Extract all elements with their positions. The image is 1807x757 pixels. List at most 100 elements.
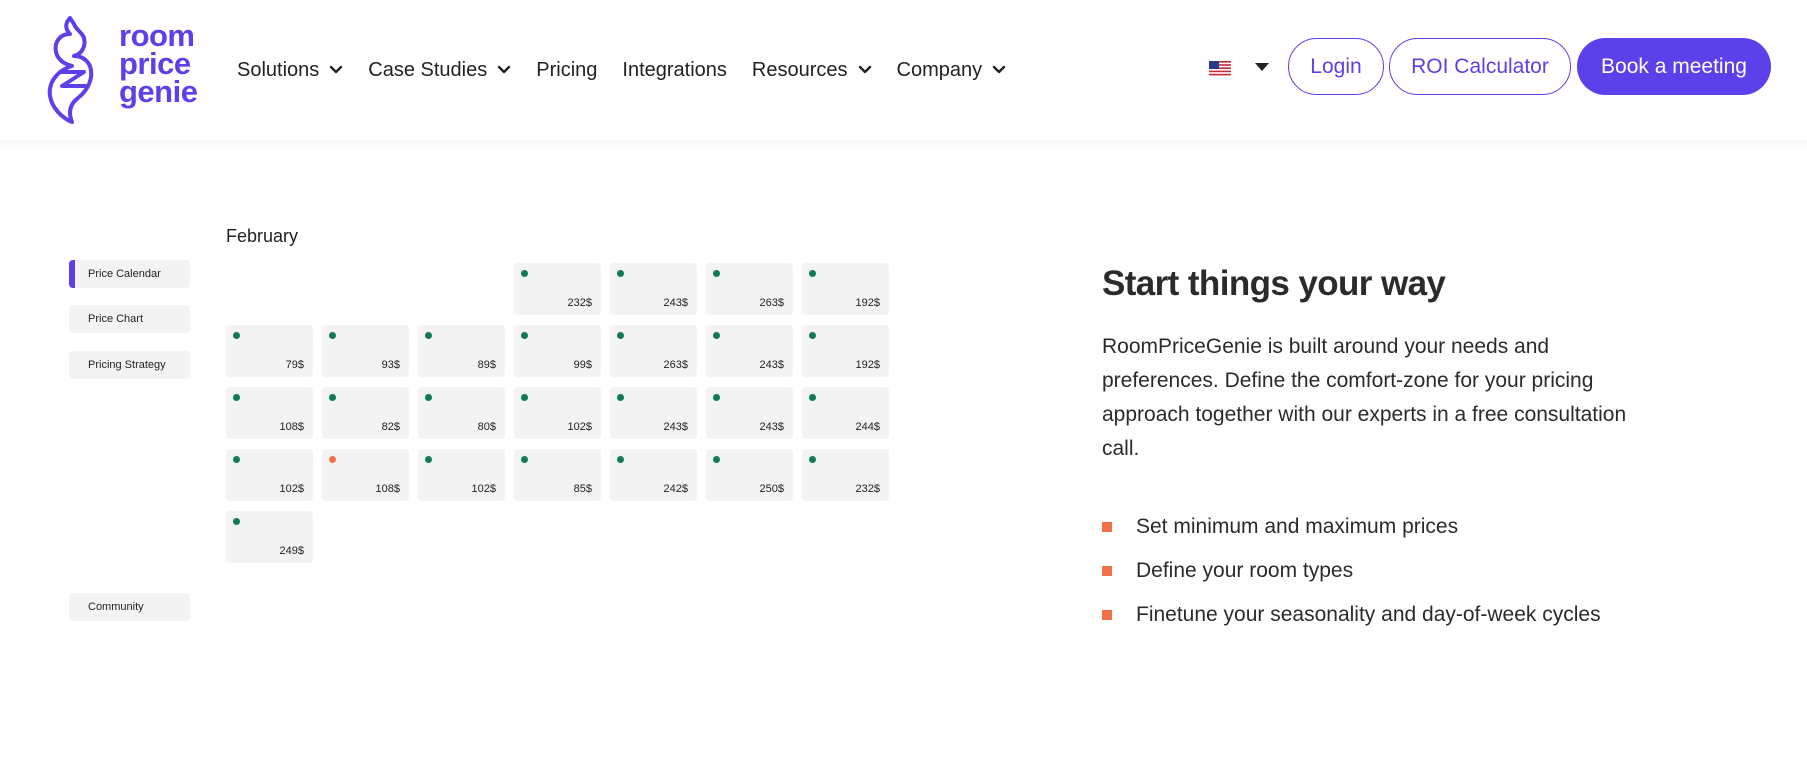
nav-company[interactable]: Company — [897, 59, 1007, 82]
day-price: 108$ — [375, 483, 400, 495]
calendar-month: February — [226, 226, 299, 246]
day-price: 242$ — [663, 483, 688, 495]
day-price: 102$ — [279, 483, 304, 495]
nav-label: Pricing — [536, 58, 598, 81]
day-price: 89$ — [477, 359, 496, 371]
logo-wordmark: room price genie — [119, 20, 198, 109]
calendar-day-cell[interactable]: 85$ — [514, 449, 601, 501]
calendar-day-cell[interactable]: 250$ — [706, 449, 793, 501]
calendar-day-cell[interactable]: 82$ — [322, 387, 409, 439]
calendar-day-cell[interactable]: 102$ — [418, 449, 505, 501]
day-price: 232$ — [567, 297, 592, 309]
day-price: 102$ — [567, 421, 592, 433]
day-price: 243$ — [663, 421, 688, 433]
day-price: 79$ — [285, 359, 304, 371]
day-price: 243$ — [759, 421, 784, 433]
day-price: 243$ — [759, 359, 784, 371]
calendar-day-cell[interactable]: 102$ — [514, 387, 601, 439]
feature-item: Set minimum and maximum prices — [1102, 505, 1601, 549]
feature-item: Finetune your seasonality and day-of-wee… — [1102, 593, 1601, 637]
calendar-day-cell[interactable]: 89$ — [418, 325, 505, 377]
sidebar-item-community[interactable]: Community — [69, 593, 190, 621]
sidebar-item-price-calendar[interactable]: Price Calendar — [69, 260, 190, 288]
nav-pricing[interactable]: Pricing — [536, 59, 597, 82]
nav-label: Company — [896, 58, 983, 81]
calendar-day-cell[interactable]: 79$ — [226, 325, 313, 377]
nav-solutions[interactable]: Solutions — [237, 59, 343, 82]
day-price: 263$ — [759, 297, 784, 309]
status-dot-icon — [713, 270, 720, 277]
nav-resources[interactable]: Resources — [752, 59, 872, 82]
nav-integrations[interactable]: Integrations — [622, 59, 727, 82]
day-price: 102$ — [471, 483, 496, 495]
nav-case-studies[interactable]: Case Studies — [368, 59, 511, 82]
status-dot-icon — [425, 394, 432, 401]
caret-down-icon[interactable] — [1255, 62, 1269, 72]
feature-text: Finetune your seasonality and day-of-wee… — [1136, 603, 1601, 626]
main-nav: Solutions Case Studies Pricing Integrati… — [237, 52, 1031, 88]
day-price: 80$ — [477, 421, 496, 433]
day-price: 82$ — [381, 421, 400, 433]
status-dot-icon — [617, 456, 624, 463]
status-dot-icon — [233, 332, 240, 339]
chevron-down-icon — [858, 65, 871, 74]
login-button[interactable]: Login — [1288, 38, 1384, 95]
calendar-day-cell[interactable]: 93$ — [322, 325, 409, 377]
calendar-day-cell[interactable]: 99$ — [514, 325, 601, 377]
calendar-day-cell[interactable]: 232$ — [514, 263, 601, 315]
chevron-down-icon — [992, 65, 1006, 74]
calendar-day-cell[interactable]: 242$ — [610, 449, 697, 501]
day-price: 249$ — [279, 545, 304, 557]
day-price: 243$ — [663, 297, 688, 309]
sidebar-item-price-chart[interactable]: Price Chart — [69, 305, 190, 333]
day-price: 244$ — [855, 421, 880, 433]
calendar-day-cell[interactable]: 192$ — [802, 325, 889, 377]
status-dot-icon — [617, 332, 624, 339]
feature-text: Define your room types — [1136, 559, 1354, 582]
calendar-day-cell[interactable]: 243$ — [706, 387, 793, 439]
genie-logo-icon — [47, 16, 94, 124]
calendar-day-cell[interactable]: 263$ — [706, 263, 793, 315]
status-dot-icon — [809, 394, 816, 401]
calendar-day-cell[interactable]: 108$ — [322, 449, 409, 501]
calendar-day-cell[interactable]: 244$ — [802, 387, 889, 439]
status-dot-icon — [713, 394, 720, 401]
sidebar-item-pricing-strategy[interactable]: Pricing Strategy — [69, 351, 190, 379]
calendar-day-cell[interactable]: 243$ — [610, 387, 697, 439]
day-price: 108$ — [279, 421, 304, 433]
status-dot-icon — [425, 456, 432, 463]
square-bullet-icon — [1102, 610, 1112, 620]
day-price: 192$ — [855, 359, 880, 371]
status-dot-icon — [233, 394, 240, 401]
chevron-down-icon — [498, 65, 511, 74]
square-bullet-icon — [1102, 522, 1112, 532]
status-dot-icon — [329, 332, 336, 339]
roi-calculator-button[interactable]: ROI Calculator — [1389, 38, 1571, 95]
calendar-day-cell[interactable]: 108$ — [226, 387, 313, 439]
calendar-day-cell[interactable]: 263$ — [610, 325, 697, 377]
status-dot-icon — [521, 394, 528, 401]
day-price: 192$ — [855, 297, 880, 309]
status-dot-icon — [809, 270, 816, 277]
calendar-day-cell[interactable]: 102$ — [226, 449, 313, 501]
calendar-day-cell[interactable]: 243$ — [706, 325, 793, 377]
calendar-day-cell[interactable]: 249$ — [226, 511, 313, 563]
calendar-day-cell[interactable]: 243$ — [610, 263, 697, 315]
section-paragraph: RoomPriceGenie is built around your need… — [1102, 335, 1627, 460]
day-price: 85$ — [573, 483, 592, 495]
status-dot-icon — [617, 270, 624, 277]
chevron-down-icon — [330, 65, 343, 74]
logo-line: genie — [119, 74, 198, 109]
us-flag-icon[interactable] — [1209, 61, 1231, 76]
logo[interactable]: room price genie — [44, 12, 214, 128]
status-dot-icon — [713, 456, 720, 463]
calendar-day-cell[interactable]: 80$ — [418, 387, 505, 439]
status-dot-icon — [617, 394, 624, 401]
calendar-empty-cell — [322, 263, 409, 315]
status-dot-icon — [233, 456, 240, 463]
calendar-day-cell[interactable]: 232$ — [802, 449, 889, 501]
nav-label: Integrations — [622, 58, 727, 81]
status-dot-icon — [329, 394, 336, 401]
book-meeting-button[interactable]: Book a meeting — [1577, 38, 1771, 95]
calendar-day-cell[interactable]: 192$ — [802, 263, 889, 315]
